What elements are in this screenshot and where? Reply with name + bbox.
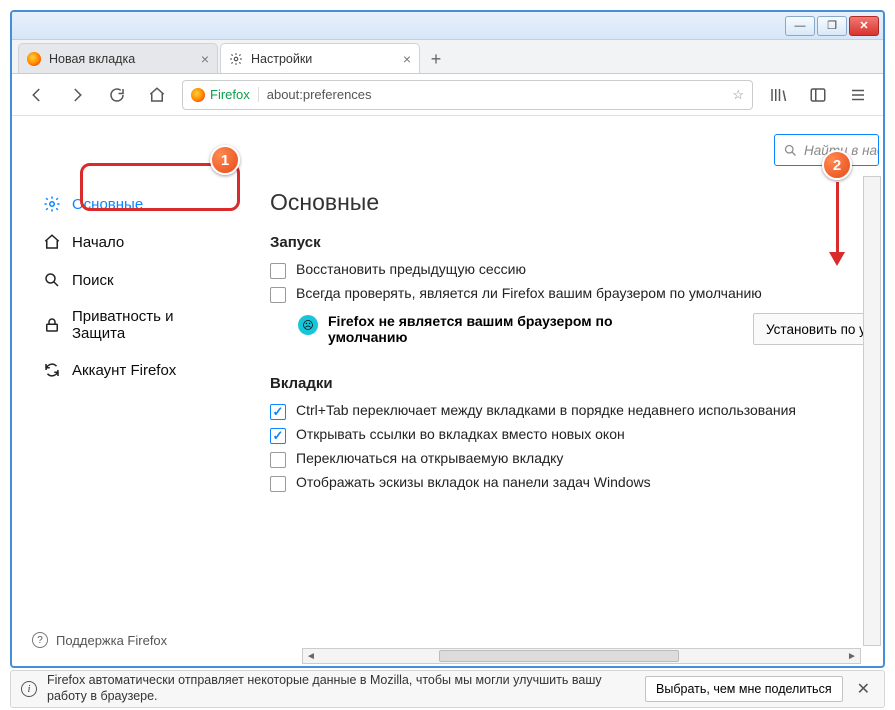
option-open-links-tabs[interactable]: Открывать ссылки во вкладках вместо новы… — [270, 426, 873, 444]
option-ctrl-tab[interactable]: Ctrl+Tab переключает между вкладками в п… — [270, 402, 873, 420]
option-always-check-default[interactable]: Всегда проверять, является ли Firefox ва… — [270, 285, 873, 303]
sad-face-icon: ☹ — [298, 315, 318, 335]
sidebar-item-label: Начало — [72, 234, 124, 251]
telemetry-notification: i Firefox автоматически отправляет некот… — [10, 670, 885, 708]
menu-button[interactable] — [843, 80, 873, 110]
tab-strip: Новая вкладка × Настройки × + — [12, 40, 883, 74]
checkbox[interactable] — [270, 404, 286, 420]
window-minimize-button[interactable]: — — [785, 16, 815, 36]
identity-label: Firefox — [210, 87, 250, 102]
preferences-main: Найти в настройках Основные Запуск Восст… — [242, 116, 883, 666]
lock-icon — [42, 315, 62, 335]
option-switch-to-tab[interactable]: Переключаться на открываемую вкладку — [270, 450, 873, 468]
search-icon — [42, 270, 62, 290]
reload-button[interactable] — [102, 80, 132, 110]
sidebar-item-label: Поиск — [72, 272, 114, 289]
identity-box: Firefox — [191, 87, 259, 102]
sidebar-button[interactable] — [803, 80, 833, 110]
choose-data-button[interactable]: Выбрать, чем мне поделиться — [645, 676, 843, 702]
tab-label: Новая вкладка — [49, 52, 193, 66]
checkbox[interactable] — [270, 263, 286, 279]
sidebar-item-label: Основные — [72, 196, 143, 213]
sidebar-item-label: Аккаунт Firefox — [72, 362, 176, 379]
new-tab-button[interactable]: + — [422, 45, 450, 73]
tab-preferences[interactable]: Настройки × — [220, 43, 420, 73]
set-default-button[interactable]: Установить по умолчанию — [753, 313, 873, 345]
checkbox[interactable] — [270, 428, 286, 444]
content-area: Основные Начало Поиск Приватность и Защи… — [12, 116, 883, 666]
info-icon: i — [21, 681, 37, 697]
vertical-scrollbar[interactable] — [863, 176, 881, 646]
annotation-arrow-head — [829, 252, 845, 266]
checkbox[interactable] — [270, 452, 286, 468]
window-maximize-button[interactable]: ❐ — [817, 16, 847, 36]
firefox-icon — [191, 88, 205, 102]
sidebar-item-privacy[interactable]: Приватность и Защита — [32, 300, 230, 350]
library-button[interactable] — [763, 80, 793, 110]
annotation-callout-2: 2 — [822, 150, 852, 180]
option-label: Восстановить предыдущую сессию — [296, 261, 526, 277]
option-restore-session[interactable]: Восстановить предыдущую сессию — [270, 261, 873, 279]
gear-favicon — [229, 52, 243, 66]
option-label: Переключаться на открываемую вкладку — [296, 450, 563, 466]
preferences-sidebar: Основные Начало Поиск Приватность и Защи… — [12, 116, 242, 666]
gear-icon — [42, 194, 62, 214]
sidebar-item-label: Приватность и Защита — [72, 308, 220, 342]
bookmark-star-icon[interactable]: ☆ — [732, 87, 744, 103]
support-label: Поддержка Firefox — [56, 633, 167, 648]
notification-message: Firefox автоматически отправляет некотор… — [47, 673, 635, 704]
sync-icon — [42, 360, 62, 380]
checkbox[interactable] — [270, 476, 286, 492]
home-button[interactable] — [142, 80, 172, 110]
home-icon — [42, 232, 62, 252]
nav-toolbar: Firefox about:preferences ☆ — [12, 74, 883, 116]
tab-close-icon[interactable]: × — [201, 51, 209, 67]
tab-label: Настройки — [251, 52, 395, 66]
annotation-arrow-line — [836, 182, 839, 254]
sidebar-item-search[interactable]: Поиск — [32, 262, 230, 298]
option-label: Отображать эскизы вкладок на панели зада… — [296, 474, 651, 490]
tab-close-icon[interactable]: × — [403, 51, 411, 67]
forward-button[interactable] — [62, 80, 92, 110]
scroll-left-arrow[interactable]: ◄ — [303, 649, 319, 663]
notification-close-icon[interactable]: ✕ — [853, 679, 874, 699]
page-title: Основные — [270, 189, 873, 216]
default-browser-row: ☹ Firefox не является вашим браузером по… — [298, 313, 873, 345]
checkbox[interactable] — [270, 287, 286, 303]
window-titlebar: — ❐ ✕ — [12, 12, 883, 40]
not-default-message: Firefox не является вашим браузером по у… — [328, 313, 648, 345]
tab-new[interactable]: Новая вкладка × — [18, 43, 218, 73]
firefox-favicon — [27, 52, 41, 66]
option-label: Открывать ссылки во вкладках вместо новы… — [296, 426, 625, 442]
support-link[interactable]: ? Поддержка Firefox — [32, 632, 167, 648]
url-bar[interactable]: Firefox about:preferences ☆ — [182, 80, 753, 110]
browser-window: — ❐ ✕ Новая вкладка × Настройки × + Fire… — [10, 10, 885, 668]
option-label: Всегда проверять, является ли Firefox ва… — [296, 285, 762, 301]
scroll-right-arrow[interactable]: ► — [844, 649, 860, 663]
sidebar-item-account[interactable]: Аккаунт Firefox — [32, 352, 230, 388]
back-button[interactable] — [22, 80, 52, 110]
search-icon — [783, 143, 798, 158]
url-text: about:preferences — [267, 87, 372, 102]
sidebar-item-home[interactable]: Начало — [32, 224, 230, 260]
annotation-callout-1: 1 — [210, 145, 240, 175]
section-title-startup: Запуск — [270, 234, 873, 251]
section-title-tabs: Вкладки — [270, 375, 873, 392]
horizontal-scrollbar[interactable]: ◄ ► — [302, 648, 861, 664]
option-label: Ctrl+Tab переключает между вкладками в п… — [296, 402, 796, 418]
sidebar-item-general[interactable]: Основные — [32, 186, 230, 222]
help-icon: ? — [32, 632, 48, 648]
window-close-button[interactable]: ✕ — [849, 16, 879, 36]
scroll-thumb[interactable] — [439, 650, 679, 662]
option-taskbar-previews[interactable]: Отображать эскизы вкладок на панели зада… — [270, 474, 873, 492]
